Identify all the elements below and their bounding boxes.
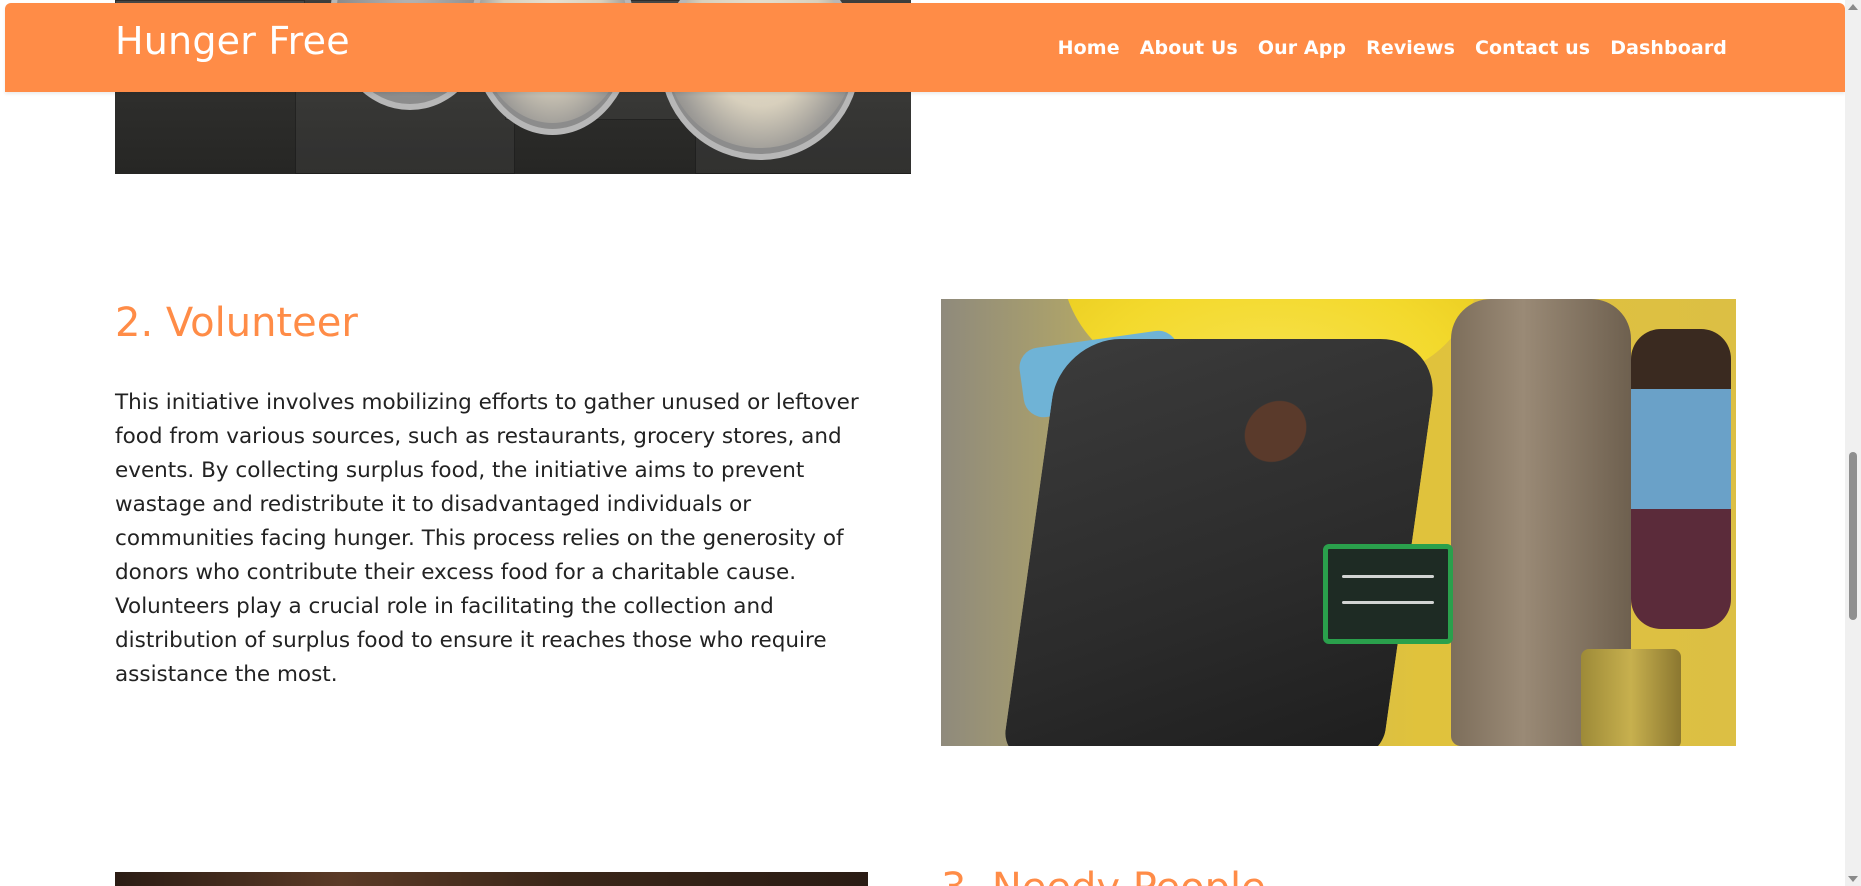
scrollbar-thumb[interactable] — [1849, 452, 1857, 620]
nav-home[interactable]: Home — [1058, 37, 1120, 59]
scroll-down-arrow-icon[interactable] — [1848, 876, 1858, 882]
next-section-image — [115, 872, 868, 886]
chalkboard-sign — [1323, 544, 1453, 644]
chalk-line — [1342, 575, 1434, 578]
volunteer-image — [941, 299, 1736, 746]
nav-our-app[interactable]: Our App — [1258, 37, 1346, 59]
child — [1631, 329, 1731, 629]
nav-about-us[interactable]: About Us — [1140, 37, 1238, 59]
nav-contact-us[interactable]: Contact us — [1475, 37, 1590, 59]
section-body-volunteer: This initiative involves mobilizing effo… — [115, 390, 859, 687]
chalk-line — [1342, 601, 1434, 604]
brand-logo-link[interactable]: Hunger Free — [115, 19, 350, 63]
bucket — [1581, 649, 1681, 746]
vertical-scrollbar[interactable] — [1845, 0, 1861, 886]
section-title-next: 3. Needy People — [941, 868, 1266, 886]
section-title-volunteer: 2. Volunteer — [115, 300, 358, 346]
nav-links: Home About Us Our App Reviews Contact us… — [1058, 37, 1727, 59]
nav-dashboard[interactable]: Dashboard — [1610, 37, 1727, 59]
page: Hunger Free Home About Us Our App Review… — [0, 0, 1861, 886]
nav-reviews[interactable]: Reviews — [1366, 37, 1455, 59]
scroll-up-arrow-icon[interactable] — [1848, 4, 1858, 10]
top-navbar: Hunger Free Home About Us Our App Review… — [5, 3, 1845, 92]
volunteer-person — [1001, 339, 1441, 746]
